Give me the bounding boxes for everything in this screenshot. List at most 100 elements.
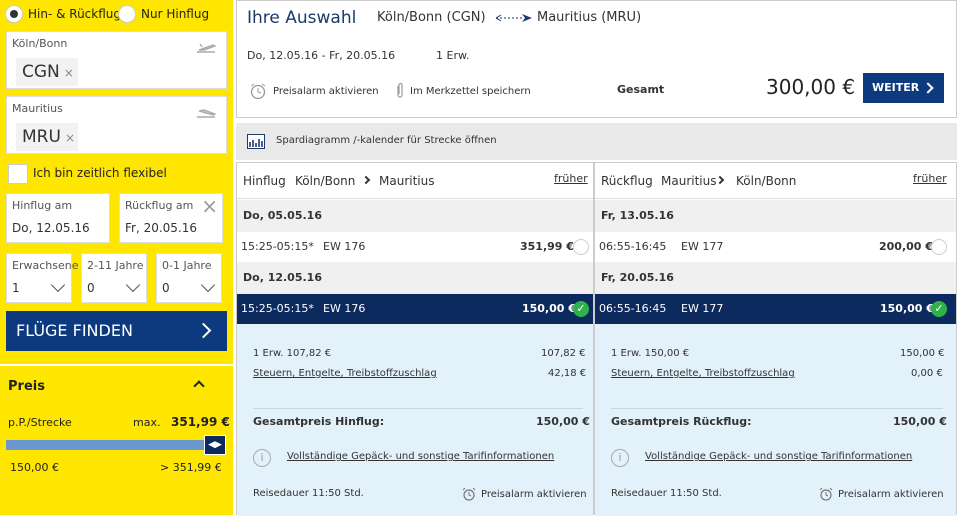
infants-select[interactable]: 0-1 Jahre 0 xyxy=(156,253,222,303)
inbound-flight-row[interactable]: 06:55-16:45 EW 177 200,00 € xyxy=(595,232,956,262)
flight-number: EW 176 xyxy=(323,302,366,315)
flight-time: 06:55-16:45 xyxy=(599,240,667,253)
paperclip-icon xyxy=(397,83,403,98)
inbound-to: Köln/Bonn xyxy=(736,174,797,188)
total-inbound-value: 150,00 € xyxy=(893,415,947,428)
outbound-selected-flight[interactable]: 15:25-05:15* EW 176 150,00 € ✓ xyxy=(237,294,593,334)
bar-chart-icon xyxy=(247,134,265,149)
fare-line-label: 1 Erw. 107,82 € xyxy=(253,348,332,359)
price-max-bound: > 351,99 € xyxy=(160,461,222,474)
children-value: 0 xyxy=(87,281,95,295)
destination-label: Mauritius xyxy=(12,102,63,115)
chevron-down-icon xyxy=(50,277,66,293)
adults-value: 1 xyxy=(12,281,20,295)
next-button-label: WEITER xyxy=(872,81,920,94)
origin-label: Köln/Bonn xyxy=(12,37,68,50)
price-slider-handle[interactable]: ◀▶ xyxy=(204,435,226,455)
info-icon: i xyxy=(611,449,629,467)
infants-label: 0-1 Jahre xyxy=(162,259,212,272)
origin-code: CGN xyxy=(22,62,60,82)
flight-number: EW 177 xyxy=(681,240,724,253)
travel-duration: Reisedauer 11:50 Std. xyxy=(611,488,722,499)
outbound-to: Mauritius xyxy=(379,174,435,188)
spar-diagram-bar[interactable]: Spardiagramm /-kalender für Strecke öffn… xyxy=(236,123,957,160)
tariff-info-link[interactable]: Vollständige Gepäck- und sonstige Tarifi… xyxy=(287,451,554,462)
origin-field[interactable]: Köln/Bonn CGN × xyxy=(6,31,227,89)
inbound-column: Rückflug Mauritius Köln/Bonn früher Fr, … xyxy=(594,162,957,516)
bookmark-link[interactable]: Im Merkzettel speichern xyxy=(410,86,531,97)
departure-date-value: Do, 12.05.16 xyxy=(12,221,90,235)
collapse-icon[interactable] xyxy=(193,380,205,392)
outbound-day-header: Do, 05.05.16 xyxy=(237,200,593,232)
price-alert-link[interactable]: Preisalarm aktivieren xyxy=(481,489,587,500)
divider xyxy=(611,408,943,409)
divider xyxy=(253,408,583,409)
price-slider-track[interactable] xyxy=(6,440,224,450)
alarm-clock-icon xyxy=(819,487,833,501)
outbound-from: Köln/Bonn xyxy=(295,174,356,188)
max-label: max. xyxy=(133,416,161,429)
taxes-link[interactable]: Steuern, Entgelte, Treibstoffzuschlag xyxy=(253,368,437,379)
summary-title: Ihre Auswahl xyxy=(247,8,357,28)
return-date-field[interactable]: Rückflug am Fr, 20.05.16 × xyxy=(119,193,223,243)
adults-select[interactable]: Erwachsene 1 xyxy=(6,253,78,303)
fare-line-value: 150,00 € xyxy=(900,348,945,359)
infants-value: 0 xyxy=(162,281,170,295)
alarm-clock-icon xyxy=(250,83,266,100)
select-radio-icon[interactable] xyxy=(573,239,589,255)
next-button[interactable]: WEITER xyxy=(863,73,944,103)
origin-chip[interactable]: CGN × xyxy=(16,58,78,86)
inbound-day-header: Fr, 20.05.16 xyxy=(595,262,956,294)
destination-field[interactable]: Mauritius MRU × xyxy=(6,96,227,154)
inbound-detail-panel: 1 Erw. 150,00 € 150,00 € Steuern, Entgel… xyxy=(595,324,956,516)
outbound-detail-panel: 1 Erw. 107,82 € 107,82 € Steuern, Entgel… xyxy=(237,324,593,516)
remove-destination-icon[interactable]: × xyxy=(65,131,75,145)
alarm-clock-icon xyxy=(462,487,476,501)
inbound-from: Mauritius xyxy=(661,174,717,188)
departure-plane-icon xyxy=(197,43,216,53)
outbound-flight-row[interactable]: 15:25-05:15* EW 176 351,99 € xyxy=(237,232,593,262)
per-route-label: p.P./Strecke xyxy=(8,416,72,429)
spar-diagram-link: Spardiagramm /-kalender für Strecke öffn… xyxy=(276,135,497,146)
travel-duration: Reisedauer 11:50 Std. xyxy=(253,488,364,499)
remove-origin-icon[interactable]: × xyxy=(64,66,74,80)
find-flights-button[interactable]: FLÜGE FINDEN xyxy=(6,311,227,351)
selection-summary: Ihre Auswahl Köln/Bonn (CGN) Mauritius (… xyxy=(236,0,957,118)
outbound-header: Hinflug Köln/Bonn Mauritius früher xyxy=(237,163,593,199)
destination-chip[interactable]: MRU × xyxy=(16,123,78,151)
return-date-label: Rückflug am xyxy=(125,199,194,212)
flight-price: 150,00 € xyxy=(522,302,576,315)
outbound-column: Hinflug Köln/Bonn Mauritius früher Do, 0… xyxy=(236,162,594,516)
summary-destination: Mauritius (MRU) xyxy=(537,10,642,25)
inbound-earlier-link[interactable]: früher xyxy=(913,172,947,185)
check-icon: ✓ xyxy=(573,301,589,317)
price-slider-fill xyxy=(6,440,224,450)
oneway-radio[interactable]: Nur Hinflug xyxy=(118,5,209,23)
summary-dates: Do, 12.05.16 - Fr, 20.05.16 xyxy=(247,49,396,62)
outbound-earlier-link[interactable]: früher xyxy=(554,172,588,185)
select-radio-icon[interactable] xyxy=(931,239,947,255)
children-select[interactable]: 2-11 Jahre 0 xyxy=(81,253,147,303)
tariff-info-link[interactable]: Vollständige Gepäck- und sonstige Tarifi… xyxy=(645,451,912,462)
oneway-label: Nur Hinflug xyxy=(141,7,210,21)
taxes-link[interactable]: Steuern, Entgelte, Treibstoffzuschlag xyxy=(611,368,795,379)
price-alert-link[interactable]: Preisalarm aktivieren xyxy=(838,489,944,500)
divider xyxy=(0,364,233,366)
roundtrip-radio[interactable]: Hin- & Rückflug xyxy=(5,5,121,23)
outbound-day-header: Do, 12.05.16 xyxy=(237,262,593,294)
inbound-selected-flight[interactable]: 06:55-16:45 EW 177 150,00 € ✓ xyxy=(595,294,956,334)
price-alert-link[interactable]: Preisalarm aktivieren xyxy=(273,86,379,97)
clear-return-icon[interactable]: × xyxy=(201,194,218,218)
fare-line-label: 1 Erw. 150,00 € xyxy=(611,348,690,359)
radio-selected-icon xyxy=(5,5,23,23)
return-date-value: Fr, 20.05.16 xyxy=(125,221,198,235)
flight-price: 351,99 € xyxy=(520,240,574,253)
flight-price: 200,00 € xyxy=(879,240,933,253)
chevron-right-icon xyxy=(195,322,212,339)
outbound-type-label: Hinflug xyxy=(243,174,286,188)
total-outbound-label: Gesamtpreis Hinflug: xyxy=(253,415,385,428)
flexible-checkbox[interactable] xyxy=(8,164,28,184)
roundtrip-label: Hin- & Rückflug xyxy=(28,7,122,21)
check-icon: ✓ xyxy=(931,301,947,317)
departure-date-field[interactable]: Hinflug am Do, 12.05.16 xyxy=(6,193,110,243)
